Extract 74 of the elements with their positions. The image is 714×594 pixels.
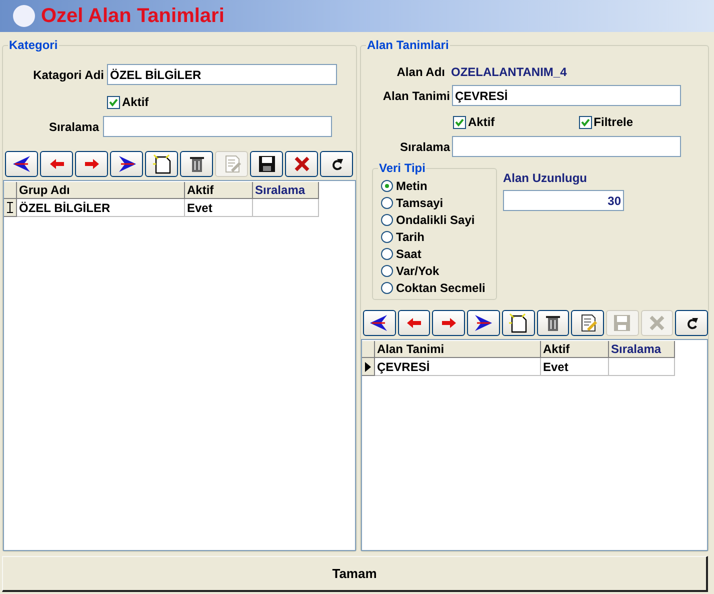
radio-label: Var/Yok bbox=[396, 263, 440, 280]
group-legend: Kategori bbox=[8, 38, 59, 52]
definition-field[interactable]: ÇEVRESİ bbox=[452, 85, 681, 106]
radio-label: Ondalikli Sayi bbox=[396, 212, 475, 229]
checkbox-label: Aktif bbox=[122, 94, 149, 111]
big-arrow-right-icon bbox=[473, 313, 494, 333]
radio-button[interactable] bbox=[381, 197, 393, 209]
table-cell: ÇEVRESİ bbox=[375, 358, 541, 376]
field-label: Katagori Adi bbox=[32, 66, 104, 84]
column-header[interactable]: Alan Tanimi bbox=[375, 341, 541, 358]
radio-button[interactable] bbox=[381, 231, 393, 243]
edit-cursor-icon bbox=[7, 202, 13, 213]
previous-button[interactable] bbox=[40, 151, 73, 177]
last-button[interactable] bbox=[110, 151, 143, 177]
order-field[interactable] bbox=[452, 136, 681, 157]
table-cell: Evet bbox=[185, 199, 253, 217]
radio-button[interactable] bbox=[381, 214, 393, 226]
first-button[interactable] bbox=[5, 151, 38, 177]
length-field[interactable]: 30 bbox=[503, 190, 624, 211]
new-page-icon bbox=[152, 154, 172, 174]
table-cell: Evet bbox=[541, 358, 609, 376]
big-arrow-left-icon bbox=[369, 313, 390, 333]
save-button[interactable] bbox=[250, 151, 283, 177]
field-label: Sıralama bbox=[48, 118, 99, 136]
name-field[interactable]: ÖZEL BİLGİLER bbox=[107, 64, 337, 85]
column-header[interactable]: Grup Adı bbox=[17, 182, 185, 199]
refresh-button[interactable] bbox=[320, 151, 353, 177]
field-label: Alan Adı bbox=[396, 64, 445, 81]
radio-button[interactable] bbox=[381, 248, 393, 260]
column-header[interactable]: Aktif bbox=[185, 182, 253, 199]
column-header[interactable]: Aktif bbox=[541, 341, 609, 358]
group-legend: Alan Tanimlari bbox=[366, 38, 450, 52]
checkbox[interactable] bbox=[107, 96, 120, 108]
current-row-icon bbox=[365, 362, 371, 372]
radio-label: Metin bbox=[396, 178, 428, 195]
field-label: Alan Tanimi bbox=[382, 88, 450, 104]
field-label: Sıralama bbox=[398, 138, 450, 156]
field-value: OZELALANTANIM_4 bbox=[451, 64, 567, 81]
checkbox[interactable] bbox=[453, 116, 466, 128]
checkbox-label: Filtrele bbox=[594, 114, 634, 131]
cancel-button[interactable] bbox=[285, 151, 318, 177]
new-button[interactable] bbox=[145, 151, 178, 177]
radio-label: Tarih bbox=[396, 229, 424, 246]
new-page-icon bbox=[508, 313, 528, 333]
field-label: Alan Uzunlugu bbox=[503, 170, 588, 187]
delete-button[interactable] bbox=[536, 310, 570, 336]
group-legend: Veri Tipi bbox=[378, 161, 426, 175]
ok-button[interactable]: Tamam bbox=[2, 556, 708, 592]
big-arrow-right-icon bbox=[116, 154, 136, 174]
refresh-button[interactable] bbox=[675, 310, 708, 336]
last-button[interactable] bbox=[467, 310, 500, 336]
radio-label: Saat bbox=[396, 246, 422, 263]
first-button[interactable] bbox=[363, 310, 396, 336]
radio-button[interactable] bbox=[381, 180, 393, 192]
radio-button[interactable] bbox=[381, 265, 393, 277]
edit-button[interactable] bbox=[571, 310, 604, 336]
table-cell bbox=[253, 199, 319, 217]
next-button[interactable] bbox=[75, 151, 108, 177]
checkbox[interactable] bbox=[578, 116, 592, 128]
checkbox-label: Aktif bbox=[468, 114, 495, 131]
table-cell bbox=[609, 358, 675, 376]
radio-button[interactable] bbox=[381, 282, 393, 294]
table-cell: ÖZEL BİLGİLER bbox=[17, 199, 185, 217]
new-button[interactable] bbox=[502, 310, 535, 336]
window-title: Ozel Alan Tanimlari bbox=[41, 4, 224, 29]
previous-button[interactable] bbox=[398, 310, 430, 336]
order-field[interactable] bbox=[103, 116, 332, 137]
radio-label: Tamsayi bbox=[396, 195, 444, 212]
column-header[interactable]: Sıralama bbox=[609, 341, 675, 358]
column-header[interactable]: Sıralama bbox=[253, 182, 319, 199]
next-button[interactable] bbox=[432, 310, 466, 336]
delete-button[interactable] bbox=[180, 151, 213, 177]
radio-label: Coktan Secmeli bbox=[396, 280, 486, 297]
big-arrow-left-icon bbox=[12, 154, 32, 174]
